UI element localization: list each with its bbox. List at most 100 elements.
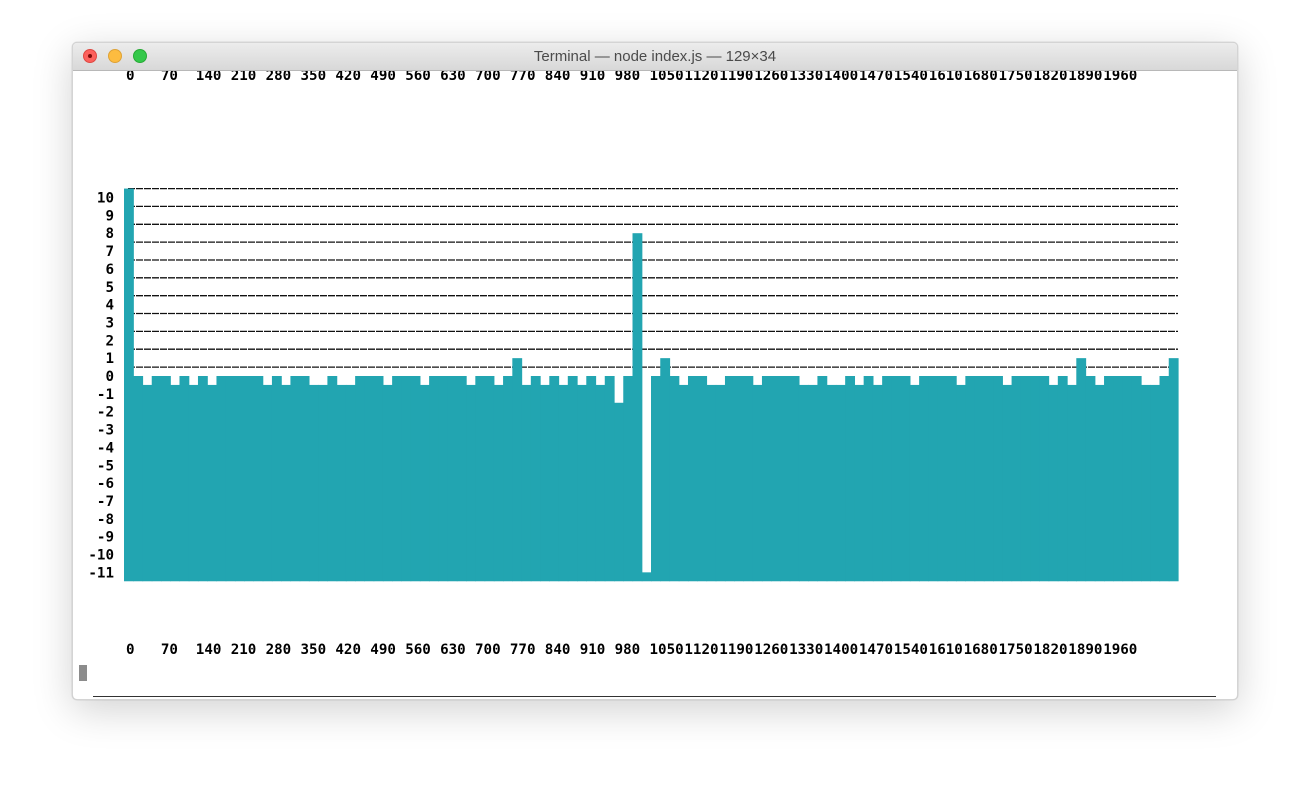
y-tick-label: -2 [97, 405, 114, 421]
y-tick-label: -11 [88, 565, 114, 581]
bar [207, 384, 218, 582]
bar [1131, 376, 1142, 582]
bar [817, 376, 828, 582]
y-tick-label: 9 [105, 208, 114, 224]
bar [124, 188, 134, 582]
bar [558, 384, 569, 582]
y-tick-label: 7 [105, 244, 114, 260]
title-bar[interactable]: Terminal — node index.js — 129×34 [73, 43, 1237, 71]
bar [1122, 376, 1133, 582]
bar [965, 376, 976, 582]
x-tick-label-bottom: 910 [580, 642, 606, 658]
bar [1011, 376, 1022, 582]
bar [863, 376, 874, 582]
bar [651, 376, 661, 582]
x-tick-label-bottom: 490 [370, 642, 396, 658]
bar [133, 376, 144, 582]
bar [946, 376, 957, 582]
x-tick-label-bottom: 1470 [859, 642, 893, 658]
terminal-cursor [79, 665, 87, 681]
bar [715, 384, 726, 582]
bar [798, 384, 809, 582]
bar [882, 376, 892, 582]
bar [466, 384, 476, 582]
bar [1002, 384, 1013, 582]
bottom-rule [93, 696, 1216, 697]
x-tick-label-top: 980 [615, 71, 641, 84]
bar [503, 376, 513, 582]
window-title: Terminal — node index.js — 129×34 [533, 48, 777, 65]
bar [151, 376, 162, 582]
bar [1168, 358, 1179, 582]
x-tick-label-bottom: 1820 [1033, 642, 1067, 658]
x-tick-label-top: 1540 [894, 71, 928, 84]
bar [1113, 376, 1124, 582]
x-tick-label-bottom: 560 [405, 642, 431, 658]
bar [567, 376, 578, 582]
y-tick-label: 8 [105, 226, 114, 242]
bar [956, 384, 966, 582]
y-tick-label: 6 [105, 262, 114, 278]
x-tick-label-bottom: 1960 [1103, 642, 1137, 658]
x-tick-label-bottom: 1540 [894, 642, 928, 658]
bar [336, 384, 347, 582]
x-tick-label-top: 1750 [999, 71, 1033, 84]
y-tick-label: 1 [105, 351, 114, 367]
x-tick-label-bottom: 1050 [650, 642, 684, 658]
terminal-window: Terminal — node index.js — 129×34 0 0 70 70… [72, 42, 1238, 700]
x-tick-label-top: 770 [510, 71, 536, 84]
bar [1067, 384, 1077, 582]
bar [669, 376, 680, 582]
bar [1076, 358, 1087, 582]
bar [1020, 376, 1031, 582]
bar [438, 376, 449, 582]
x-tick-label-top: 420 [335, 71, 361, 84]
x-tick-label-top: 1680 [964, 71, 998, 84]
x-tick-label-top: 1330 [789, 71, 823, 84]
bar [170, 384, 181, 582]
bar [355, 376, 365, 582]
bar [835, 384, 846, 582]
x-tick-label-bottom: 1400 [824, 642, 858, 658]
x-tick-label-bottom: 420 [335, 642, 361, 658]
y-tick-label: -5 [97, 458, 114, 474]
bar [854, 384, 865, 582]
bar [678, 384, 689, 582]
bar [429, 376, 439, 582]
bar [530, 376, 541, 582]
x-tick-label-bottom: 700 [475, 642, 501, 658]
x-tick-label-top: 1190 [719, 71, 753, 84]
y-tick-label: 10 [97, 191, 114, 207]
bar [687, 376, 698, 582]
bar [299, 376, 310, 582]
y-tick-label: 4 [105, 298, 114, 314]
bar [345, 384, 356, 582]
x-tick-label-bottom: 350 [301, 642, 327, 658]
x-tick-label-bottom: 1120 [684, 642, 718, 658]
bar [872, 384, 883, 582]
x-tick-label-top: 280 [266, 71, 292, 84]
x-tick-label-bottom: 630 [440, 642, 466, 658]
bar [1141, 384, 1151, 582]
bar [586, 376, 597, 582]
bar [604, 376, 615, 582]
x-tick-label-top: 1820 [1033, 71, 1067, 84]
bar [188, 384, 199, 582]
bar [179, 376, 190, 582]
bar [447, 376, 458, 582]
y-tick-label: 3 [105, 315, 114, 331]
bar [706, 384, 717, 582]
y-tick-label: -7 [97, 494, 114, 510]
x-tick-label-bottom: 1610 [929, 642, 963, 658]
bar [909, 384, 920, 582]
x-tick-label-top: 700 [475, 71, 501, 84]
bar [614, 402, 624, 582]
x-tick-label-top: 210 [231, 71, 257, 84]
x-tick-label-top: 840 [545, 71, 571, 84]
bar [900, 376, 911, 582]
bar [928, 376, 939, 582]
bar [197, 376, 208, 582]
bar [216, 376, 227, 582]
bar [160, 376, 171, 582]
x-tick-label-top: 560 [405, 71, 431, 84]
